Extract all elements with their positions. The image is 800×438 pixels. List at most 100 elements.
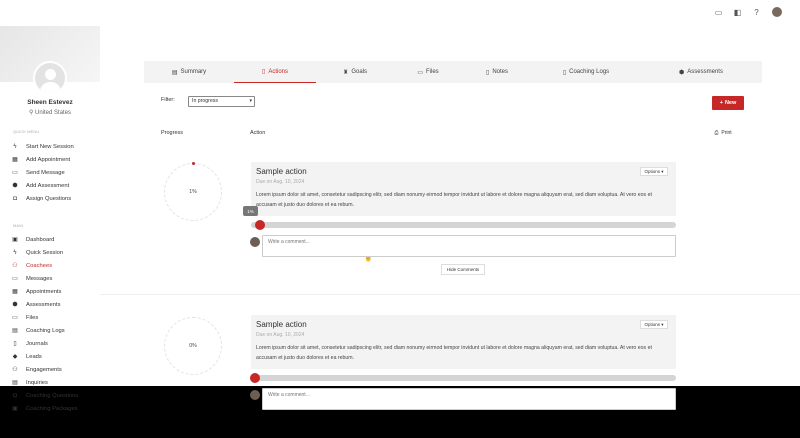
question-icon: ◘ (13, 196, 17, 202)
printer-icon: ⎙ (714, 129, 719, 136)
commenter-avatar (250, 390, 260, 400)
sidebar-item-dashboard[interactable]: ▣ Dashboard (12, 235, 54, 245)
comment-input[interactable] (262, 388, 676, 410)
tab-notes[interactable]: ▯ Notes (462, 61, 532, 83)
sidebar-item-coachees[interactable]: ⚇ Coachees (12, 261, 52, 271)
tab-actions[interactable]: ▯ Actions (234, 61, 316, 83)
sidebar-item-assessments[interactable]: ⬢ Assessments (12, 300, 60, 310)
message-icon: ▭ (12, 276, 18, 282)
tab-assessments[interactable]: ⬢ Assessments (640, 61, 762, 83)
users-icon: ⚇ (12, 263, 18, 269)
sidebar-item-journals[interactable]: ▯ Journals (12, 339, 48, 349)
trophy-icon: ♜ (342, 69, 349, 76)
summary-icon: ▤ (171, 69, 178, 76)
action-description: Lorem ipsum dolor sit amet, consetetur s… (256, 345, 652, 361)
action-due-date: Due on Aug. 10, 2024 (256, 332, 305, 338)
log-icon: ▤ (12, 328, 18, 334)
progress-ring: 0% (164, 317, 222, 375)
bolt-icon: ϟ (13, 144, 17, 150)
filter-select[interactable]: In progress ▾ (188, 96, 255, 107)
chat-icon[interactable]: ▭ (714, 8, 723, 17)
quick-start-new-session[interactable]: ϟ Start New Session (12, 142, 73, 152)
sidebar-item-coaching-packages[interactable]: ▣ Coaching Packages (12, 404, 77, 414)
action-divider (100, 294, 800, 295)
sidebar-item-leads[interactable]: ◆ Leads (12, 352, 42, 362)
sidebar-item-files[interactable]: ▭ Files (12, 313, 38, 323)
sidebar-item-appointments[interactable]: ▦ Appointments (12, 287, 61, 297)
shield-icon: ⬢ (679, 69, 685, 76)
inbox-icon: ▤ (12, 380, 18, 386)
print-button[interactable]: ⎙ Print (708, 127, 738, 138)
progress-slider-thumb[interactable] (255, 220, 265, 230)
quick-menu-label: Quick Menu (13, 130, 40, 134)
folder-icon: ▭ (12, 315, 18, 321)
progress-header: Progress (161, 130, 184, 136)
lead-icon: ◆ (12, 354, 18, 360)
tab-coaching-logs[interactable]: ▯ Coaching Logs (532, 61, 640, 83)
chevron-down-icon: ▾ (249, 98, 252, 104)
package-icon: ▣ (12, 406, 18, 412)
calendar-icon: ▦ (12, 157, 18, 163)
location-pin-icon: ⚲ (28, 110, 34, 116)
tab-files[interactable]: ▭ Files (394, 61, 462, 83)
profile-location: ⚲ United States (28, 110, 72, 116)
commenter-avatar (250, 237, 260, 247)
options-dropdown[interactable]: Options ▾ (640, 320, 668, 329)
chevron-down-icon: ▾ (661, 321, 664, 327)
chevron-down-icon: ▾ (661, 168, 664, 174)
sidebar-item-engagements[interactable]: ⚇ Engagements (12, 365, 61, 375)
shield-icon: ⬢ (12, 183, 18, 189)
sidebar-item-inquiries[interactable]: ▤ Inquiries (12, 378, 48, 388)
progress-slider[interactable] (251, 222, 676, 228)
dashboard-icon: ▣ (12, 237, 18, 243)
sidebar: Sheen Estevez ⚲ United States Quick Menu… (0, 26, 100, 412)
folder-icon: ▭ (417, 69, 423, 76)
new-action-button[interactable]: + New (712, 96, 744, 110)
question-icon: ◘ (13, 393, 17, 399)
profile-name: Sheen Estevez (27, 99, 73, 106)
slider-tooltip: 1% (243, 206, 258, 216)
sidebar-item-coaching-logs[interactable]: ▤ Coaching Logs (12, 326, 65, 336)
main-content: ▤ Summary ▯ Actions ♜ Goals ▭ Files ▯ Notes ▯… (100, 26, 800, 410)
layers-icon[interactable]: ◧ (733, 8, 742, 17)
quick-assign-questions[interactable]: ◘ Assign Questions (12, 194, 71, 204)
progress-slider[interactable] (251, 375, 676, 381)
shield-icon: ⬢ (12, 302, 18, 308)
main-menu-label: Main (13, 224, 24, 228)
note-icon: ▯ (486, 69, 490, 76)
quick-send-message[interactable]: ▭ Send Message (12, 168, 65, 178)
action-header: Action (250, 130, 266, 136)
tab-goals[interactable]: ♜ Goals (316, 61, 394, 83)
message-icon: ▭ (12, 170, 18, 176)
log-icon: ▯ (562, 69, 567, 76)
coachee-tabs: ▤ Summary ▯ Actions ♜ Goals ▭ Files ▯ Notes ▯… (144, 61, 762, 83)
calendar-icon: ▦ (12, 289, 18, 295)
options-dropdown[interactable]: Options ▾ (640, 167, 668, 176)
action-title: Sample action (256, 167, 307, 176)
book-icon: ▯ (13, 341, 17, 347)
sidebar-item-coaching-questions[interactable]: ◘ Coaching Questions (12, 391, 78, 401)
comment-input[interactable] (262, 235, 676, 257)
action-card: Sample action Due on Aug. 10, 2024 Lorem… (251, 162, 676, 216)
top-bar: ▭ ◧ ? (0, 0, 800, 26)
action-card: Sample action Due on Aug. 10, 2024 Lorem… (251, 315, 676, 369)
plus-icon: + (719, 100, 723, 106)
quick-add-assessment[interactable]: ⬢ Add Assessment (12, 181, 69, 191)
action-description: Lorem ipsum dolor sit amet, consetetur s… (256, 192, 652, 208)
hide-comments-button[interactable]: Hide Comments (441, 264, 485, 275)
user-avatar[interactable] (772, 7, 782, 17)
progress-marker (192, 162, 195, 165)
progress-slider-thumb[interactable] (250, 373, 260, 383)
sidebar-item-quick-session[interactable]: ϟ Quick Session (12, 248, 63, 258)
action-due-date: Due on Aug. 10, 2024 (256, 179, 305, 185)
profile-avatar[interactable] (33, 61, 67, 95)
quick-add-appointment[interactable]: ▦ Add Appointment (12, 155, 70, 165)
group-icon: ⚇ (12, 367, 18, 373)
bolt-icon: ϟ (13, 250, 17, 256)
filter-label: Filter: (161, 97, 175, 103)
sidebar-item-messages[interactable]: ▭ Messages (12, 274, 52, 284)
help-icon[interactable]: ? (752, 8, 761, 17)
clipboard-icon: ▯ (262, 69, 266, 75)
tab-summary[interactable]: ▤ Summary (144, 61, 234, 83)
progress-ring: 1% (164, 162, 222, 221)
